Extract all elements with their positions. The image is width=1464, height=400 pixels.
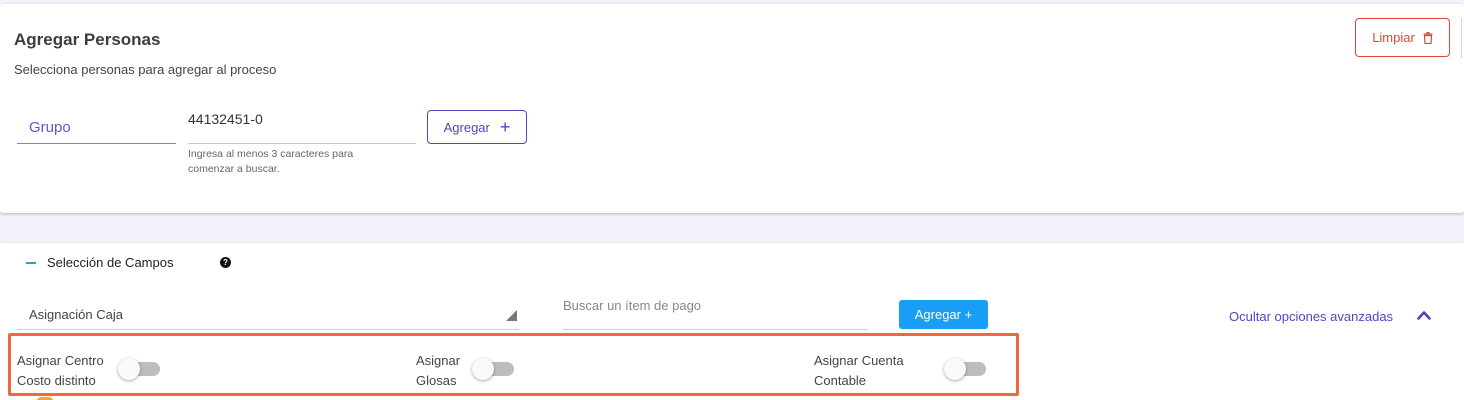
toggle-label-glosas: Asignar Glosas (416, 351, 460, 391)
toggle-label-line: Contable (814, 373, 867, 388)
add-field-button[interactable]: Agregar + (899, 300, 988, 329)
toggle-label-line: Asignar (416, 353, 461, 368)
account-toggle[interactable] (944, 358, 988, 380)
collapse-icon (26, 261, 36, 264)
chevron-up-icon[interactable] (1417, 309, 1431, 321)
help-icon[interactable]: ? (220, 257, 231, 268)
person-search-input[interactable] (188, 108, 416, 144)
plus-icon: + (499, 117, 511, 137)
group-select[interactable]: Grupo (17, 108, 176, 144)
toggle-thumb (472, 358, 494, 380)
toggle-label-account: Asignar Cuenta Contable (814, 351, 904, 391)
toggle-label-line: Asignar Cuenta (814, 353, 904, 368)
page-title: Agregar Personas (14, 30, 161, 49)
clear-button-label: Limpiar (1372, 30, 1415, 45)
toggle-label-line: Asignar Centro (17, 353, 104, 368)
trash-icon (1423, 31, 1433, 44)
caja-select-value: Asignación Caja (29, 307, 123, 322)
add-person-label: Agregar (443, 119, 490, 135)
fields-section-toggle[interactable]: Selección de Campos (26, 255, 173, 270)
search-hint: Ingresa al menos 3 caracteres para comen… (188, 148, 354, 175)
payment-item-search-input[interactable] (563, 295, 868, 330)
group-select-value: Grupo (29, 119, 71, 136)
glosas-toggle[interactable] (472, 358, 516, 380)
page-subtitle: Selecciona personas para agregar al proc… (14, 62, 277, 77)
clear-button[interactable]: Limpiar (1355, 18, 1450, 57)
toggle-thumb (944, 358, 966, 380)
dropdown-corner-icon (506, 310, 517, 321)
toggle-label-cost-center: Asignar Centro Costo distinto (17, 351, 104, 391)
toggle-thumb (118, 358, 140, 380)
cost-center-toggle[interactable] (118, 358, 162, 380)
caja-assignment-select[interactable]: Asignación Caja (17, 295, 519, 330)
add-person-button[interactable]: Agregar + (427, 110, 527, 144)
hide-advanced-options-link[interactable]: Ocultar opciones avanzadas (1229, 309, 1393, 324)
toggle-label-line: Costo distinto (17, 373, 96, 388)
fields-section-title: Selección de Campos (47, 255, 174, 270)
toggle-label-line: Glosas (416, 373, 457, 388)
add-persons-card: Agregar Personas Selecciona personas par… (0, 4, 1464, 213)
